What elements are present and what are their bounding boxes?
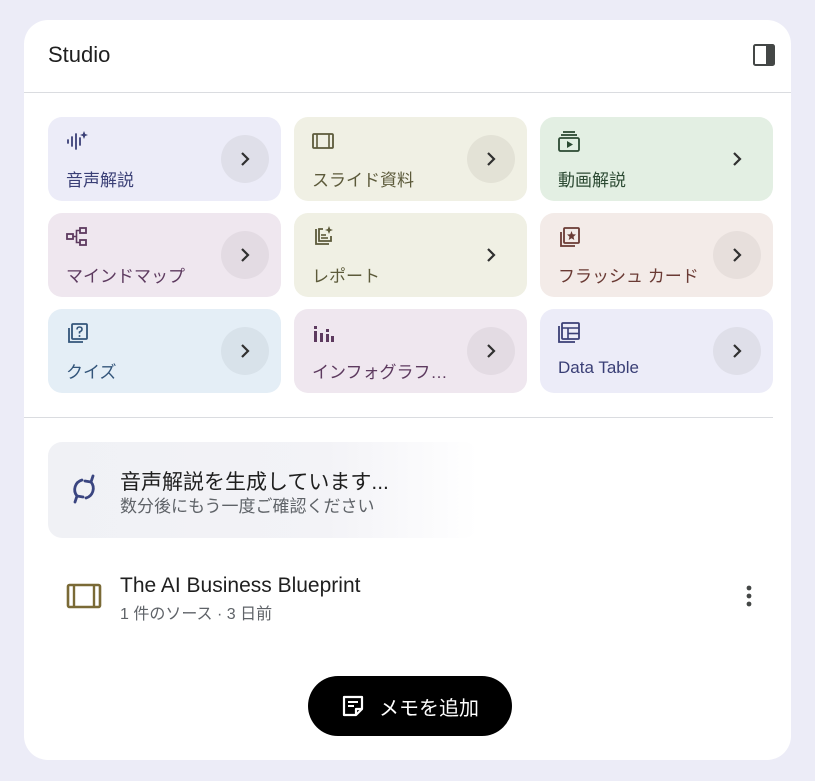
tile-report[interactable]: レポート: [294, 213, 527, 297]
slides-icon: [66, 583, 102, 609]
more-vert-icon: [746, 585, 752, 607]
tile-arrow-button[interactable]: [713, 231, 761, 279]
tile-arrow-button[interactable]: [221, 231, 269, 279]
data-table-icon: [558, 322, 580, 343]
video-overview-icon: [558, 131, 580, 152]
tile-flashcards[interactable]: フラッシュ カード: [540, 213, 773, 297]
dock-to-right-icon: [753, 44, 775, 66]
tile-label: スライド資料: [312, 171, 414, 190]
slides-icon: [312, 133, 334, 149]
sticky-note-icon: [342, 695, 364, 717]
chevron-right-icon: [733, 248, 742, 262]
audio-overview-icon: [67, 131, 88, 150]
quiz-icon: [68, 323, 88, 343]
add-note-label: メモを追加: [379, 697, 479, 720]
tile-arrow-button[interactable]: [467, 135, 515, 183]
tile-quiz[interactable]: クイズ: [48, 309, 281, 393]
note-list-item[interactable]: The AI Business Blueprint 1 件のソース · 3 日前: [48, 560, 773, 632]
tile-slides[interactable]: スライド資料: [294, 117, 527, 201]
sync-icon: [73, 474, 95, 504]
tile-arrow-button[interactable]: [221, 327, 269, 375]
chevron-right-icon: [241, 344, 250, 358]
generating-status-card: 音声解説を生成しています... 数分後にもう一度ご確認ください: [48, 442, 478, 538]
tile-label: インフォグラフ…: [312, 363, 448, 382]
tile-arrow-button[interactable]: [221, 135, 269, 183]
tile-video-overview[interactable]: 動画解説: [540, 117, 773, 201]
chevron-right-icon: [487, 248, 496, 262]
tile-label: フラッシュ カード: [558, 267, 699, 286]
note-title: The AI Business Blueprint: [120, 574, 361, 597]
chevron-right-icon: [733, 344, 742, 358]
infographic-icon: [314, 326, 334, 342]
tile-audio-overview[interactable]: 音声解説: [48, 117, 281, 201]
add-note-button[interactable]: メモを追加: [308, 676, 512, 736]
panel-header: Studio: [24, 20, 791, 93]
tile-arrow-button[interactable]: [467, 231, 515, 279]
tile-label: マインドマップ: [66, 267, 185, 286]
generating-subtitle: 数分後にもう一度ご確認ください: [120, 497, 375, 516]
note-meta: 1 件のソース · 3 日前: [120, 606, 273, 623]
mind-map-icon: [66, 227, 87, 246]
panel-title: Studio: [48, 42, 111, 67]
chevron-right-icon: [733, 152, 742, 166]
chevron-right-icon: [487, 152, 496, 166]
section-divider: [24, 417, 773, 418]
flashcards-icon: [560, 227, 580, 247]
tile-arrow-button[interactable]: [467, 327, 515, 375]
tile-arrow-button[interactable]: [713, 327, 761, 375]
tile-data-table[interactable]: Data Table: [540, 309, 773, 393]
tile-label: 動画解説: [558, 171, 626, 190]
chevron-right-icon: [241, 248, 250, 262]
studio-panel: Studio 音声解説 スライド資料 動画解説 マインドマップ レポート フラッ…: [24, 20, 791, 760]
tile-arrow-button[interactable]: [713, 135, 761, 183]
tile-mind-map[interactable]: マインドマップ: [48, 213, 281, 297]
tile-infographic[interactable]: インフォグラフ…: [294, 309, 527, 393]
chevron-right-icon: [487, 344, 496, 358]
tile-label: クイズ: [66, 363, 117, 382]
more-options-button[interactable]: [729, 576, 769, 616]
tile-label: レポート: [312, 267, 380, 286]
report-icon: [315, 226, 333, 245]
tile-label: 音声解説: [66, 171, 134, 190]
studio-tools-grid: 音声解説 スライド資料 動画解説 マインドマップ レポート フラッシュ カード …: [48, 117, 773, 393]
tile-label: Data Table: [558, 358, 639, 377]
collapse-panel-button[interactable]: [749, 40, 779, 70]
chevron-right-icon: [241, 152, 250, 166]
